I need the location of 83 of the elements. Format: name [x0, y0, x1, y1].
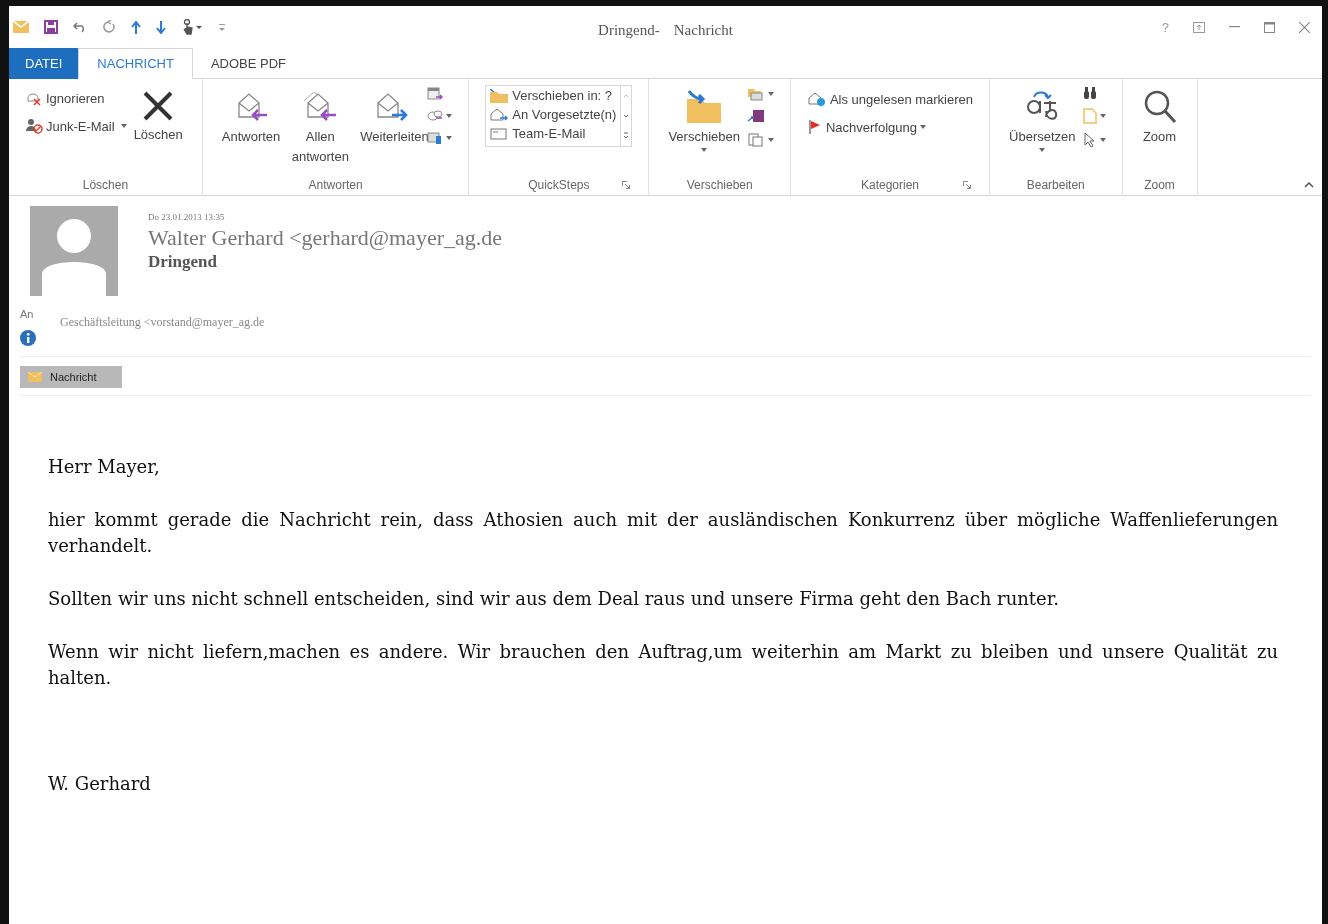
window-title: Nachricht [673, 22, 733, 39]
message-subject: Dringend [148, 252, 218, 272]
select-button[interactable] [1082, 132, 1106, 148]
body-paragraph: Sollten wir uns nicht schnell entscheiden, sind wir aus dem Deal raus und unsere Firma geht den Bach runter. [48, 587, 1061, 611]
person-blocked-icon [25, 118, 43, 134]
caret-icon [446, 114, 453, 118]
dialog-launcher-icon[interactable] [622, 181, 631, 189]
info-icon[interactable] [20, 330, 36, 346]
ribbon-tab[interactable]: DATEI [9, 48, 79, 79]
documents-icon [746, 133, 765, 147]
zoom-button[interactable]: Zoom [1138, 83, 1181, 144]
more-reply-button[interactable] [427, 131, 453, 145]
quickstep-item[interactable]: An Vorgesetzte(n) [490, 107, 617, 122]
body-paragraph: hier kommt gerade die Nachricht rein, dass Athosien auch mit der ausländischen Konkurrenz über mögliche Waffenlieferungen verhandelt. [48, 508, 1278, 558]
maximize-icon[interactable] [1264, 21, 1275, 33]
im-reply-button[interactable] [427, 109, 453, 123]
rules-button[interactable] [746, 87, 774, 101]
collapse-ribbon-icon[interactable] [1304, 182, 1314, 188]
quickstep-item[interactable]: Team-E-Mail [490, 126, 617, 141]
caret-icon [1099, 138, 1106, 142]
caret-icon [1039, 148, 1046, 152]
cursor-icon [1082, 132, 1097, 148]
body-paragraph: Wenn wir nicht liefern,machen es andere. Wir brauchen den Auftrag,um weiterhin am Markt zu bleiben und unsere Qualität zu halten. [48, 640, 1278, 690]
folder-icon [490, 88, 509, 103]
caret-icon [446, 136, 453, 140]
group-label: Bearbeiten [1026, 178, 1085, 192]
caret-icon [767, 138, 774, 142]
touch-mode-icon[interactable] [181, 19, 203, 35]
group-label: Antworten [308, 178, 363, 192]
group-label: Kategorien [860, 178, 919, 192]
caret-icon [1099, 114, 1106, 118]
close-icon[interactable] [1299, 21, 1310, 33]
up-arrow-icon[interactable] [131, 20, 141, 34]
actions-button[interactable] [746, 133, 774, 147]
move-button[interactable]: Verschieben [665, 83, 743, 152]
envelope-arrow-icon [490, 107, 509, 122]
down-arrow-icon[interactable] [156, 20, 166, 34]
group-label: Löschen [82, 178, 129, 192]
reply-button[interactable]: Antworten [218, 83, 284, 147]
recipient: Geschäftsleitung <vorstand@mayer_ag.de [60, 315, 265, 331]
sender-name: Walter Gerhard <gerhard@mayer_ag.de [148, 225, 502, 251]
dialog-launcher-icon[interactable] [963, 181, 972, 189]
window-title: Dringend- [598, 22, 660, 39]
ribbon-display-icon[interactable] [1193, 21, 1205, 33]
delete-button[interactable]: Löschen [130, 83, 186, 142]
meeting-reply-icon[interactable] [427, 87, 444, 101]
sent-date: Do 23.01.2013 13:35 [148, 212, 226, 222]
greeting: Herr Mayer, [48, 455, 161, 479]
follow-up-button[interactable]: Nachverfolgung [806, 119, 974, 135]
quickstep-item[interactable]: Verschieben in: ? [490, 88, 617, 103]
group-label: Verschieben [686, 178, 753, 192]
envelope-arrow-left-icon [302, 89, 339, 123]
to-label: An [20, 308, 35, 320]
ribbon-tab[interactable]: NACHRICHT [78, 48, 193, 79]
undo-icon[interactable] [73, 21, 87, 33]
notebook-icon[interactable] [746, 109, 765, 125]
message-item-tab[interactable]: Nachricht [20, 366, 123, 388]
caret-icon [701, 148, 708, 152]
mark-unread-button[interactable]: Als ungelesen markieren [806, 91, 974, 107]
group-label: QuickSteps [528, 178, 590, 192]
customize-icon[interactable] [218, 22, 226, 32]
envelope-icon [28, 372, 42, 382]
minimize-icon[interactable] [1229, 26, 1240, 28]
ignore-icon [25, 91, 43, 106]
reply-button[interactable]: Allen antworten [287, 83, 354, 167]
redo-icon[interactable] [102, 20, 116, 34]
group-label: Zoom [1144, 178, 1175, 192]
chat-bubbles-icon [427, 109, 444, 123]
related-button[interactable] [1082, 108, 1106, 124]
translate-button[interactable]: Übersetzen [1006, 83, 1079, 152]
document-icon [1082, 108, 1097, 124]
caret-icon [767, 92, 774, 96]
folder-envelope-icon [746, 87, 765, 101]
binoculars-icon[interactable] [1082, 87, 1097, 100]
caret-icon [920, 125, 926, 129]
envelope-icon [806, 91, 827, 107]
signature: W. Gerhard [48, 772, 152, 796]
junk-mail-button[interactable]: Junk-E-Mail [25, 118, 127, 134]
envelope-icon [490, 126, 509, 141]
ribbon-tab[interactable]: ADOBE PDF [192, 48, 304, 78]
ignore-button[interactable]: Ignorieren [25, 91, 127, 106]
save-icon[interactable] [44, 20, 58, 34]
caret-icon [120, 124, 127, 128]
